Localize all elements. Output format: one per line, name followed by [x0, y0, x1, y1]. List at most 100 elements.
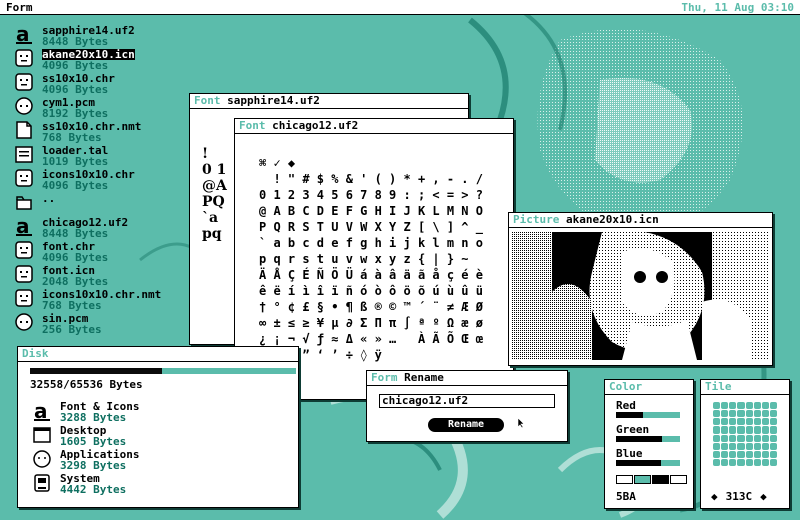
tile-cell[interactable]: [737, 426, 745, 434]
tile-cell[interactable]: [761, 442, 769, 450]
color-channel-slider[interactable]: [616, 412, 680, 418]
tile-cell[interactable]: [729, 418, 737, 426]
tile-cell[interactable]: [721, 458, 729, 466]
tile-cell[interactable]: [713, 402, 721, 410]
tile-cell[interactable]: [769, 410, 777, 418]
tile-cell[interactable]: [729, 410, 737, 418]
color-swatch[interactable]: [634, 475, 651, 484]
tile-cell[interactable]: [713, 442, 721, 450]
window-title-bar[interactable]: Font sapphire14.uf2: [190, 94, 468, 109]
app-name[interactable]: Form: [6, 1, 33, 14]
tile-cell[interactable]: [761, 450, 769, 458]
file-item[interactable]: a sapphire14.uf2 8448 Bytes: [14, 22, 194, 48]
tile-next-icon[interactable]: ◆: [760, 490, 767, 503]
window-title-bar[interactable]: Form Rename: [367, 371, 567, 386]
tile-cell[interactable]: [769, 458, 777, 466]
tile-cell[interactable]: [769, 434, 777, 442]
file-item[interactable]: akane20x10.icn 4096 Bytes: [14, 48, 194, 72]
tile-cell[interactable]: [737, 410, 745, 418]
file-item[interactable]: font.icn 2048 Bytes: [14, 264, 194, 288]
tile-cell[interactable]: [737, 434, 745, 442]
tile-cell[interactable]: [761, 418, 769, 426]
tile-cell[interactable]: [745, 418, 753, 426]
tile-cell[interactable]: [753, 402, 761, 410]
file-item[interactable]: ss10x10.chr 4096 Bytes: [14, 72, 194, 96]
tile-cell[interactable]: [753, 426, 761, 434]
glyph-grid[interactable]: ⌘ ✓ ◆ ! " # $ % & ' ( ) * + , - . / 0 1 2…: [259, 155, 483, 363]
tile-cell[interactable]: [737, 418, 745, 426]
tile-cell[interactable]: [713, 434, 721, 442]
disk-window[interactable]: Disk 32558/65536 Bytes a Font & Icons 3288…: [17, 346, 299, 508]
tile-cell[interactable]: [745, 410, 753, 418]
tile-cell[interactable]: [753, 418, 761, 426]
tile-window[interactable]: Tile ◆ 313C ◆: [700, 379, 790, 509]
file-item[interactable]: font.chr 4096 Bytes: [14, 240, 194, 264]
tile-cell[interactable]: [737, 402, 745, 410]
tile-cell[interactable]: [745, 458, 753, 466]
tile-cell[interactable]: [753, 442, 761, 450]
tile-cell[interactable]: [753, 410, 761, 418]
tile-cell[interactable]: [753, 458, 761, 466]
file-item[interactable]: ss10x10.chr.nmt 768 Bytes: [14, 120, 194, 144]
tile-cell[interactable]: [729, 402, 737, 410]
tile-cell[interactable]: [721, 402, 729, 410]
color-swatch[interactable]: [670, 475, 687, 484]
tile-cell[interactable]: [745, 434, 753, 442]
tile-prev-icon[interactable]: ◆: [711, 490, 718, 503]
rename-button[interactable]: Rename: [428, 418, 504, 432]
tile-cell[interactable]: [737, 450, 745, 458]
tile-cell[interactable]: [721, 434, 729, 442]
color-window[interactable]: Color Red Green Blue 5BA: [604, 379, 694, 509]
file-item[interactable]: icons10x10.chr.nmt 768 Bytes: [14, 288, 194, 312]
tile-cell[interactable]: [769, 418, 777, 426]
tile-cell[interactable]: [745, 426, 753, 434]
picture-window[interactable]: Picture akane20x10.icn: [508, 212, 773, 366]
tile-cell[interactable]: [769, 402, 777, 410]
tile-cell[interactable]: [729, 450, 737, 458]
tile-cell[interactable]: [769, 426, 777, 434]
tile-cell[interactable]: [737, 458, 745, 466]
disk-category[interactable]: System 4442 Bytes: [32, 473, 126, 495]
file-item[interactable]: sin.pcm 256 Bytes: [14, 312, 194, 336]
disk-category[interactable]: Applications 3298 Bytes: [32, 449, 139, 471]
tile-cell[interactable]: [761, 402, 769, 410]
tile-cell[interactable]: [713, 426, 721, 434]
color-swatches[interactable]: [616, 475, 687, 484]
tile-cell[interactable]: [729, 458, 737, 466]
tile-cell[interactable]: [753, 434, 761, 442]
color-swatch[interactable]: [652, 475, 669, 484]
tile-cell[interactable]: [761, 426, 769, 434]
file-item[interactable]: loader.tal 1019 Bytes: [14, 144, 194, 168]
tile-cell[interactable]: [721, 410, 729, 418]
tile-cell[interactable]: [761, 434, 769, 442]
window-title-bar[interactable]: Disk: [18, 347, 298, 362]
tile-cell[interactable]: [721, 450, 729, 458]
tile-cell[interactable]: [713, 458, 721, 466]
file-item[interactable]: icons10x10.chr 4096 Bytes: [14, 168, 194, 192]
picture-canvas[interactable]: [512, 232, 768, 360]
file-item[interactable]: a chicago12.uf2 8448 Bytes: [14, 214, 194, 240]
tile-cell[interactable]: [713, 418, 721, 426]
tile-cell[interactable]: [721, 426, 729, 434]
tile-cell[interactable]: [729, 442, 737, 450]
tile-cell[interactable]: [753, 450, 761, 458]
disk-category[interactable]: a Font & Icons 3288 Bytes: [32, 399, 139, 423]
tile-cell[interactable]: [713, 410, 721, 418]
tile-cell[interactable]: [761, 410, 769, 418]
window-title-bar[interactable]: Tile: [701, 380, 789, 395]
tile-cell[interactable]: [745, 450, 753, 458]
tile-cell[interactable]: [745, 442, 753, 450]
tile-cell[interactable]: [713, 450, 721, 458]
tile-cell[interactable]: [721, 418, 729, 426]
color-channel-slider[interactable]: [616, 460, 680, 466]
color-swatch[interactable]: [616, 475, 633, 484]
color-channel-slider[interactable]: [616, 436, 680, 442]
tile-cell[interactable]: [769, 450, 777, 458]
file-item[interactable]: ..: [14, 192, 194, 216]
tile-cell[interactable]: [729, 434, 737, 442]
rename-input[interactable]: chicago12.uf2: [379, 394, 555, 408]
tile-cell[interactable]: [721, 442, 729, 450]
window-title-bar[interactable]: Picture akane20x10.icn: [509, 213, 772, 228]
tile-grid[interactable]: [713, 402, 777, 466]
file-item[interactable]: cym1.pcm 8192 Bytes: [14, 96, 194, 120]
